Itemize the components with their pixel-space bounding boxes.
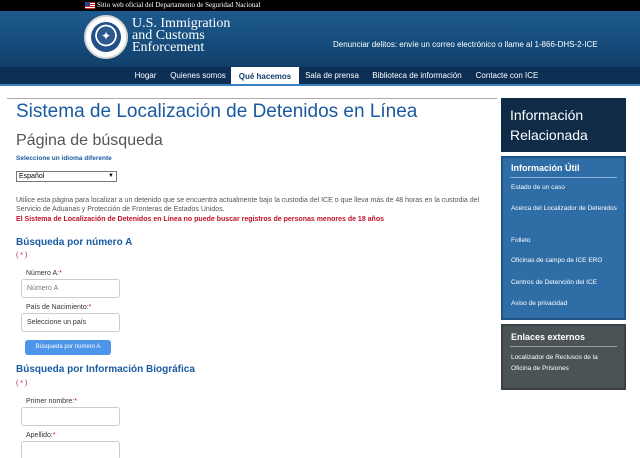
- external-links-heading: Enlaces externos: [511, 332, 586, 342]
- chevron-down-icon: ▼: [108, 173, 114, 179]
- main-nav: Hogar Quienes somos Qué hacemos Sala de …: [0, 67, 640, 84]
- related-info-header: Información Relacionada: [501, 98, 626, 152]
- first-name-input[interactable]: [21, 407, 120, 426]
- nav-item-newsroom[interactable]: Sala de prensa: [300, 67, 364, 84]
- nav-divider: [0, 84, 640, 86]
- report-crime-hotline[interactable]: Denunciar delitos: envíe un correo elect…: [333, 40, 598, 49]
- a-number-input[interactable]: Número A: [21, 279, 120, 298]
- main-content: Sistema de Localización de Detenidos en …: [7, 98, 497, 458]
- page-subtitle: Página de búsqueda: [16, 132, 163, 149]
- minors-warning: El Sistema de Localización de Detenidos …: [16, 216, 385, 223]
- nav-item-about[interactable]: Quienes somos: [166, 67, 230, 84]
- eagle-icon: ✦: [100, 29, 112, 43]
- gov-banner-text: Sitio web oficial del Departamento de Se…: [97, 1, 261, 9]
- page-title: Sistema de Localización de Detenidos en …: [16, 101, 418, 122]
- dhs-seal-logo[interactable]: ✦: [84, 15, 128, 59]
- country-label: País de Nacimiento:*: [26, 304, 92, 311]
- language-select[interactable]: Español ▼: [16, 171, 117, 182]
- useful-info-heading: Información Útil: [511, 163, 580, 173]
- search-bio-heading: Búsqueda por Información Biográfica: [16, 364, 195, 375]
- sidebar-link-ero-field-offices[interactable]: Oficinas de campo de ICE ERO: [511, 255, 619, 266]
- sidebar-link-privacy[interactable]: Aviso de privacidad: [511, 298, 619, 309]
- nav-item-what-we-do[interactable]: Qué hacemos: [231, 67, 299, 84]
- first-name-label: Primer nombre:*: [26, 398, 77, 405]
- search-a-heading: Búsqueda por número A: [16, 237, 133, 248]
- nav-item-library[interactable]: Biblioteca de información: [366, 67, 468, 84]
- search-a-number-button[interactable]: Búsqueda por número A: [25, 340, 111, 355]
- us-flag-icon: [85, 2, 95, 9]
- nav-item-home[interactable]: Hogar: [128, 67, 163, 84]
- sidebar-link-case-status[interactable]: Estado de un caso: [511, 182, 619, 193]
- last-name-label: Apellido:*: [26, 432, 56, 439]
- required-note: ( * ): [16, 252, 28, 259]
- sidebar-link-bop-locator[interactable]: Localizador de Reclusos de la Oficina de…: [511, 352, 619, 374]
- sidebar-link-detention-centers[interactable]: Centros de Detención del ICE: [511, 277, 619, 288]
- nav-item-contact[interactable]: Contacte con ICE: [471, 67, 543, 84]
- intro-text: Utilice esta página para localizar a un …: [16, 197, 480, 213]
- useful-info-box: Información Útil Estado de un caso Acerc…: [501, 156, 626, 320]
- site-header: ✦ U.S. Immigration and Customs Enforceme…: [0, 11, 640, 67]
- language-label: Seleccione un idioma diferente: [16, 155, 112, 162]
- country-select[interactable]: Seleccione un país: [21, 313, 120, 332]
- sidebar-link-about-locator[interactable]: Acerca del Localizador de Detenidos: [511, 203, 619, 214]
- gov-banner: Sitio web oficial del Departamento de Se…: [0, 0, 640, 11]
- agency-name[interactable]: U.S. Immigration and Customs Enforcement: [132, 17, 230, 55]
- required-note-bio: ( * ): [16, 380, 28, 387]
- last-name-input[interactable]: [21, 441, 120, 458]
- sidebar-link-brochure[interactable]: Folleto: [511, 235, 619, 246]
- external-links-box: Enlaces externos Localizador de Reclusos…: [501, 324, 626, 390]
- a-number-label: Número A:*: [26, 270, 62, 277]
